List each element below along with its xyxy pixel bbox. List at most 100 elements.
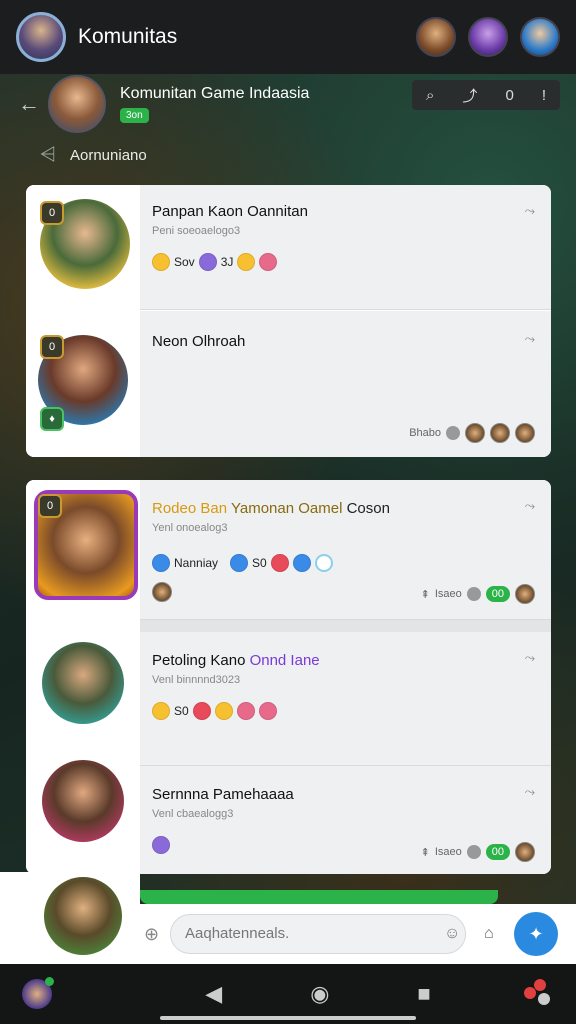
more-icon[interactable]: ! [542, 87, 546, 104]
card-avatar[interactable] [44, 877, 122, 955]
title-part: Yamonan Oamel [227, 500, 343, 517]
emoji-icon[interactable] [292, 554, 311, 572]
nav-buttons: ◀ ◉ ■ [205, 981, 430, 1007]
emoji-icon[interactable] [192, 702, 211, 720]
forward-icon[interactable]: ⤳ [525, 650, 535, 666]
list-item[interactable]: Sernnna Pamehaaaa Venl cbaealogg3 ⤳ ⇞ Is… [140, 766, 551, 874]
card-avatar[interactable] [42, 642, 124, 724]
clock-icon [466, 845, 481, 859]
card-avatar[interactable] [42, 760, 124, 842]
group-badge: 3on [120, 108, 149, 123]
emoji-icon[interactable] [237, 253, 256, 271]
back-arrow-icon[interactable]: ← [18, 91, 48, 117]
member-avatar[interactable] [515, 584, 535, 604]
app-avatar[interactable] [16, 12, 66, 62]
level-badge-icon: 0 [38, 494, 62, 518]
group-info: Komunitan Game Indaasia 3on [120, 85, 309, 123]
forward-icon[interactable]: ⤳ [525, 203, 535, 219]
app-bar: Komunitas [0, 0, 576, 74]
friend-avatar-2[interactable] [468, 17, 508, 57]
emoji-icon[interactable] [314, 554, 333, 572]
search-icon[interactable]: ⌕ [426, 87, 434, 104]
title-part: Coson [342, 500, 390, 517]
reaction-count: Sov [174, 255, 195, 269]
emoji-icon[interactable] [236, 702, 255, 720]
emoji-icon[interactable] [152, 836, 170, 854]
member-avatar[interactable] [490, 423, 510, 443]
item-subtitle: Peni soeoaelogo3 [152, 225, 241, 237]
group-avatar[interactable] [48, 75, 106, 133]
reaction-row: S0 [152, 702, 277, 720]
item-title: Panpan Kaon Oannitan [152, 203, 308, 220]
clock-icon [446, 426, 460, 440]
list-item[interactable]: Petoling Kano Onnd Iane Venl binnnnd3023… [140, 632, 551, 766]
profile-avatar[interactable] [22, 977, 54, 1009]
list-item[interactable]: Panpan Kaon Oannitan Peni soeoaelogo3 ⤳ … [140, 185, 551, 310]
item-subtitle: Venl cbaealogg3 [152, 808, 234, 820]
emoji-icon[interactable] [152, 702, 170, 720]
meta-text: Isaeo [434, 588, 462, 600]
avatar-column: 0 0 ♦ [26, 185, 140, 457]
item-meta: Bhabo [409, 423, 535, 443]
message-input[interactable]: Aaqhatenneals. [170, 914, 466, 954]
member-avatar[interactable] [152, 582, 172, 602]
title-part: Petoling Kano [152, 652, 246, 669]
member-avatar[interactable] [515, 842, 535, 862]
pin-icon: ⇞ [420, 588, 430, 601]
menu-dot [523, 987, 536, 999]
nav-back-icon[interactable]: ◀ [205, 981, 222, 1007]
attach-icon[interactable]: ⊕ [144, 924, 159, 945]
nav-home-icon[interactable]: ◉ [310, 981, 329, 1007]
list-item[interactable]: Neon Olhroah ⤳ Bhabo [140, 311, 551, 457]
meta-text: Bhabo [409, 427, 441, 439]
friend-avatar-1[interactable] [416, 17, 456, 57]
emoji-icon[interactable] [258, 702, 277, 720]
send-button[interactable]: ✦ [514, 912, 558, 956]
member-avatar[interactable] [515, 423, 535, 443]
forward-icon[interactable]: ⤳ [525, 498, 535, 514]
camera-icon[interactable]: ⌂ [484, 925, 494, 943]
forward-icon[interactable]: ⤳ [525, 331, 535, 347]
card-group-1: 0 0 ♦ Panpan Kaon Oannitan Peni soeoaelo… [26, 185, 551, 457]
emoji-icon[interactable] [198, 253, 217, 271]
meta-text: Isaeo [434, 846, 462, 858]
reaction-count: S0 [174, 704, 189, 718]
member-avatar[interactable] [465, 423, 485, 443]
online-pill: 00 [485, 586, 510, 602]
mode-icon[interactable]: 0 [505, 87, 513, 104]
sub-row[interactable]: ⩤ Aornuniano [40, 144, 147, 167]
online-pill: 00 [485, 844, 510, 860]
item-meta: ⇞ Isaeo 00 [421, 842, 535, 862]
group-header: ← Komunitan Game Indaasia 3on ⌕ ⤴ 0 ! [0, 74, 576, 134]
header-actions: ⌕ ⤴ 0 ! [412, 80, 560, 110]
system-nav-bar: ◀ ◉ ■ [0, 964, 576, 1024]
emoji-icon[interactable] [152, 253, 170, 271]
item-meta: ⇞ Isaeo 00 [421, 584, 535, 604]
level-badge-icon: 0 [40, 335, 64, 359]
item-subtitle: Venl binnnnd3023 [152, 674, 241, 686]
home-indicator[interactable] [160, 1016, 416, 1020]
card-group-2: 0 Rodeo Ban Yamonan Oamel Coson Yenl ono… [26, 480, 551, 874]
shield-badge-icon: ♦ [40, 407, 64, 431]
item-title: Rodeo Ban Yamonan Oamel Coson [152, 500, 390, 517]
emoji-icon[interactable] [214, 702, 233, 720]
forward-icon[interactable]: ⤳ [525, 784, 535, 800]
nav-recent-icon[interactable]: ■ [417, 981, 430, 1007]
emoji-icon[interactable]: ☺ [444, 925, 460, 943]
menu-dot [533, 979, 546, 991]
emoji-icon[interactable] [259, 253, 278, 271]
title-part: Rodeo Ban [152, 500, 228, 517]
separator [140, 620, 551, 632]
back-chevron-icon: ⩤ [40, 144, 56, 166]
emoji-icon[interactable] [152, 554, 170, 572]
green-strip [140, 890, 498, 904]
share-icon[interactable]: ⤴ [462, 85, 477, 106]
title-part: Onnd Iane [245, 652, 320, 669]
apps-menu-icon[interactable] [523, 979, 554, 1009]
emoji-icon[interactable] [270, 554, 289, 572]
list-item[interactable]: Rodeo Ban Yamonan Oamel Coson Yenl onoea… [140, 480, 551, 620]
emoji-icon[interactable] [230, 554, 249, 572]
friend-avatar-3[interactable] [520, 17, 560, 57]
clock-icon [466, 587, 481, 601]
group-name: Komunitan Game Indaasia [120, 85, 310, 102]
